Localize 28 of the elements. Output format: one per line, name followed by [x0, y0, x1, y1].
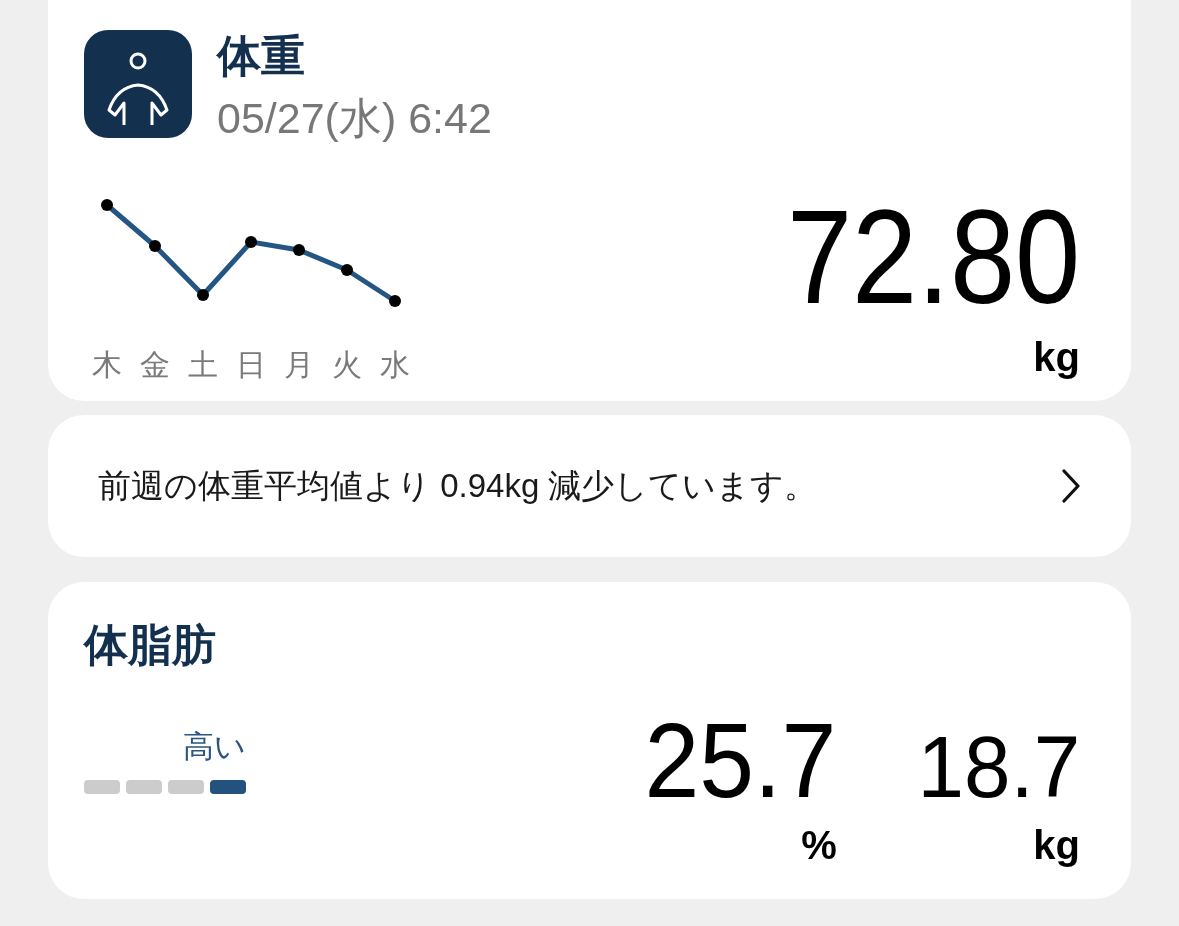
day-label: 火 [331, 347, 363, 383]
data-point [245, 236, 257, 248]
percent-unit: % [801, 825, 837, 865]
day-label: 土 [187, 347, 219, 383]
level-label: 高い [183, 729, 246, 765]
day-label: 木 [91, 347, 123, 383]
weight-title: 体重 [217, 30, 305, 82]
data-point [101, 199, 113, 211]
day-label: 月 [283, 347, 315, 383]
measurement-date: 05/27(水) 6:42 [217, 93, 492, 144]
mass-unit: kg [1033, 825, 1080, 865]
day-label: 水 [379, 347, 411, 383]
body-fat-mass: 18.7 [917, 723, 1080, 811]
data-point [197, 289, 209, 301]
chevron-right-icon [1061, 469, 1081, 503]
day-label: 金 [139, 347, 171, 383]
data-point [389, 295, 401, 307]
weekly-note-text: 前週の体重平均値より 0.94kg 減少しています。 [98, 466, 818, 506]
weekly-note-card[interactable]: 前週の体重平均値より 0.94kg 減少しています。 [48, 415, 1131, 557]
weight-value: 72.80 [786, 190, 1080, 324]
weight-unit: kg [1033, 337, 1080, 377]
data-point [293, 244, 305, 256]
data-point [149, 240, 161, 252]
day-label: 日 [235, 347, 267, 383]
data-point [341, 264, 353, 276]
person-icon [84, 30, 192, 138]
body-fat-title: 体脂肪 [84, 620, 216, 669]
body-fat-percent: 25.7 [644, 707, 837, 813]
